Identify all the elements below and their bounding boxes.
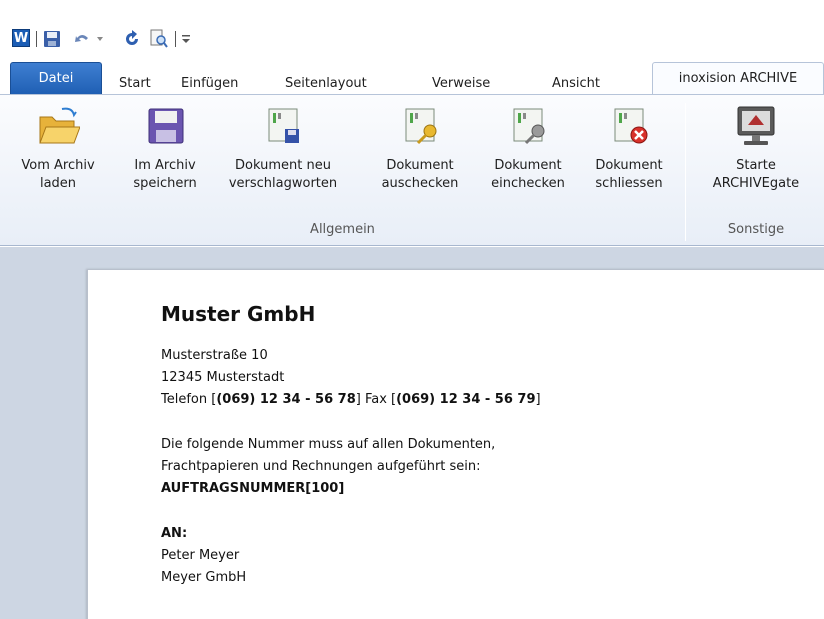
notice-line-2: Frachtpapieren und Rechnungen aufgeführt… <box>161 459 481 474</box>
tab-start[interactable]: Start <box>119 73 151 95</box>
word-logo-icon[interactable]: W <box>12 29 30 47</box>
customize-icon[interactable] <box>180 29 192 49</box>
document-key-gray-icon <box>506 103 550 149</box>
print-preview-icon[interactable] <box>148 29 170 49</box>
fax-close: ] <box>535 392 541 407</box>
document-page[interactable]: Muster GmbH Musterstraße 10 12345 Muster… <box>87 269 824 619</box>
save-icon[interactable] <box>42 29 62 49</box>
document-checkout-button[interactable]: Dokument auschecken <box>368 103 472 193</box>
button-label-line2: schliessen <box>595 176 663 191</box>
notice-line-1: Die folgende Nummer muss auf allen Dokum… <box>161 437 496 452</box>
group-label-sonstige: Sonstige <box>727 222 785 237</box>
document-area: Muster GmbH Musterstraße 10 12345 Muster… <box>0 247 824 619</box>
button-label-line1: Im Archiv <box>134 158 196 173</box>
recipient-name: Peter Meyer <box>161 548 240 563</box>
company-heading: Muster GmbH <box>161 302 316 326</box>
fax-number: (069) 12 34 - 56 79 <box>396 392 536 407</box>
button-label-line1: Starte <box>736 158 776 173</box>
document-key-icon <box>398 103 442 149</box>
folder-open-icon <box>36 103 81 149</box>
quick-access-toolbar: W <box>0 0 824 52</box>
document-save-icon <box>261 103 305 149</box>
document-close-icon <box>607 103 651 149</box>
toolbar-separator <box>36 31 37 47</box>
group-label-allgemein: Allgemein <box>310 222 375 237</box>
phone-number: (069) 12 34 - 56 78 <box>216 392 356 407</box>
group-separator <box>685 103 686 241</box>
button-label-line2: auschecken <box>381 176 459 191</box>
tab-ansicht[interactable]: Ansicht <box>552 73 600 95</box>
tab-einfuegen[interactable]: Einfügen <box>181 73 238 95</box>
street-line: Musterstraße 10 <box>161 348 268 363</box>
archive-save-button[interactable]: Im Archiv speichern <box>115 103 215 193</box>
button-label-line1: Dokument neu <box>235 158 331 173</box>
undo-dropdown-icon[interactable] <box>95 29 105 49</box>
city-line: 12345 Musterstadt <box>161 370 285 385</box>
document-close-button[interactable]: Dokument schliessen <box>581 103 677 193</box>
button-label-line1: Dokument <box>494 158 562 173</box>
button-label-line2: speichern <box>133 176 197 191</box>
fax-label: ] Fax [ <box>355 392 397 407</box>
undo-icon[interactable] <box>72 29 92 49</box>
archive-load-button[interactable]: Vom Archiv laden <box>6 103 110 193</box>
recipient-label: AN: <box>161 526 188 541</box>
save-icon <box>143 103 187 149</box>
phone-fax-line: Telefon [(069) 12 34 - 56 78] Fax [(069)… <box>161 392 541 407</box>
tab-seitenlayout[interactable]: Seitenlayout <box>285 73 367 95</box>
recipient-company: Meyer GmbH <box>161 570 247 585</box>
button-label-line1: Dokument <box>595 158 663 173</box>
button-label-line1: Vom Archiv <box>21 158 95 173</box>
toolbar-separator <box>175 31 176 47</box>
button-label-line2: ARCHIVEgate <box>712 176 800 191</box>
phone-label: Telefon [ <box>161 392 217 407</box>
monitor-icon <box>734 103 778 149</box>
document-checkin-button[interactable]: Dokument einchecken <box>476 103 580 193</box>
button-label-line2: einchecken <box>491 176 565 191</box>
document-reindex-button[interactable]: Dokument neu verschlagworten <box>222 103 344 193</box>
tab-verweise[interactable]: Verweise <box>432 73 490 95</box>
redo-icon[interactable] <box>122 29 142 49</box>
tab-file[interactable]: Datei <box>10 62 102 94</box>
button-label-line2: verschlagworten <box>228 176 338 191</box>
button-label-line1: Dokument <box>386 158 454 173</box>
order-number: AUFTRAGSNUMMER[100] <box>161 481 345 496</box>
tab-inoxision-archive[interactable]: inoxision ARCHIVE <box>652 62 824 95</box>
start-archivegate-button[interactable]: Starte ARCHIVEgate <box>693 103 819 193</box>
ribbon: Vom Archiv laden Im Archiv speichern Dok… <box>0 94 824 246</box>
button-label-line2: laden <box>39 176 77 191</box>
